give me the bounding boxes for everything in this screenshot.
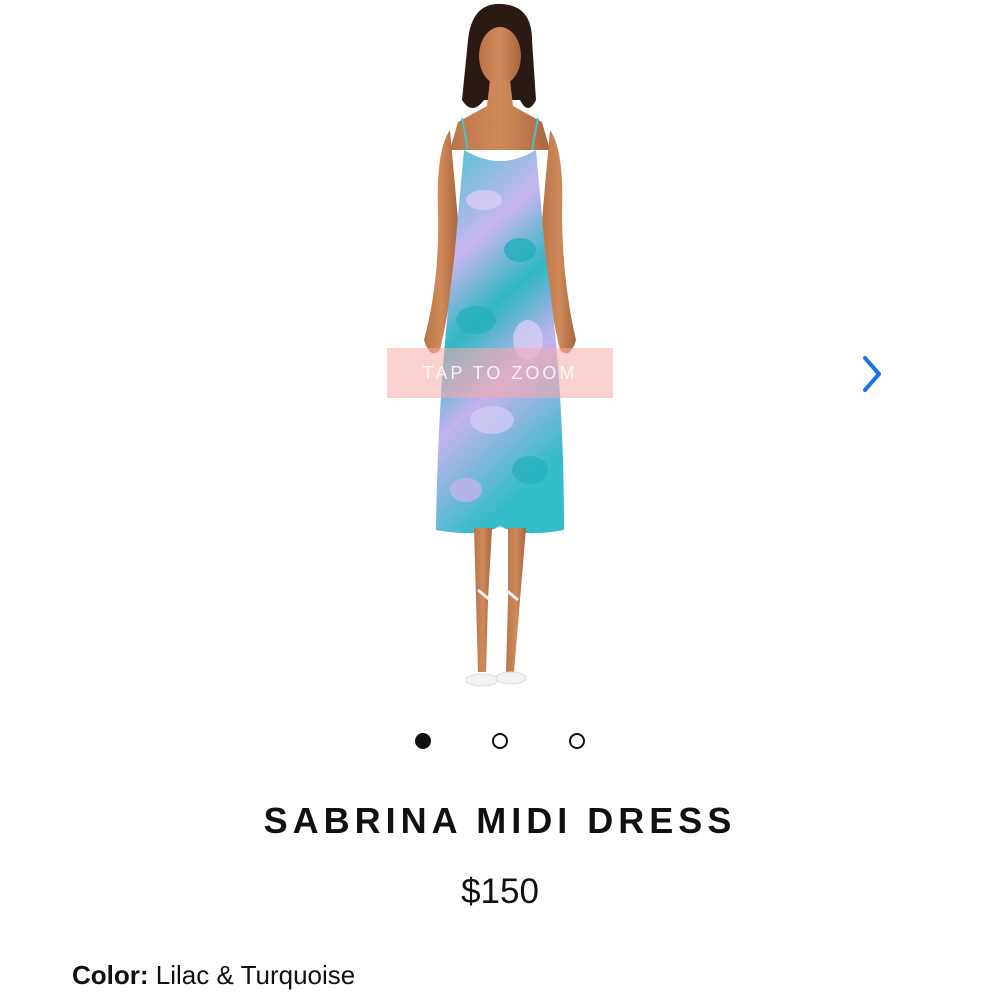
pagination-dot-2[interactable]	[492, 733, 508, 749]
pagination-dot-3[interactable]	[569, 733, 585, 749]
chevron-right-icon	[863, 356, 881, 392]
product-title: SABRINA MIDI DRESS	[263, 800, 737, 841]
color-selection: Color: Lilac & Turquoise	[72, 960, 355, 991]
product-price: $150	[461, 872, 539, 911]
next-image-button[interactable]	[852, 352, 892, 396]
color-value: Lilac & Turquoise	[155, 960, 356, 990]
pagination-dot-1[interactable]	[415, 733, 431, 749]
color-label: Color:	[72, 960, 149, 990]
product-gallery[interactable]: TAP TO ZOOM	[0, 0, 1000, 720]
product-page: TAP TO ZOOM SABRINA MIDI DRESS $150 Colo…	[0, 0, 1000, 1000]
tap-to-zoom-hint[interactable]: TAP TO ZOOM	[387, 348, 613, 398]
gallery-pagination	[0, 733, 1000, 751]
